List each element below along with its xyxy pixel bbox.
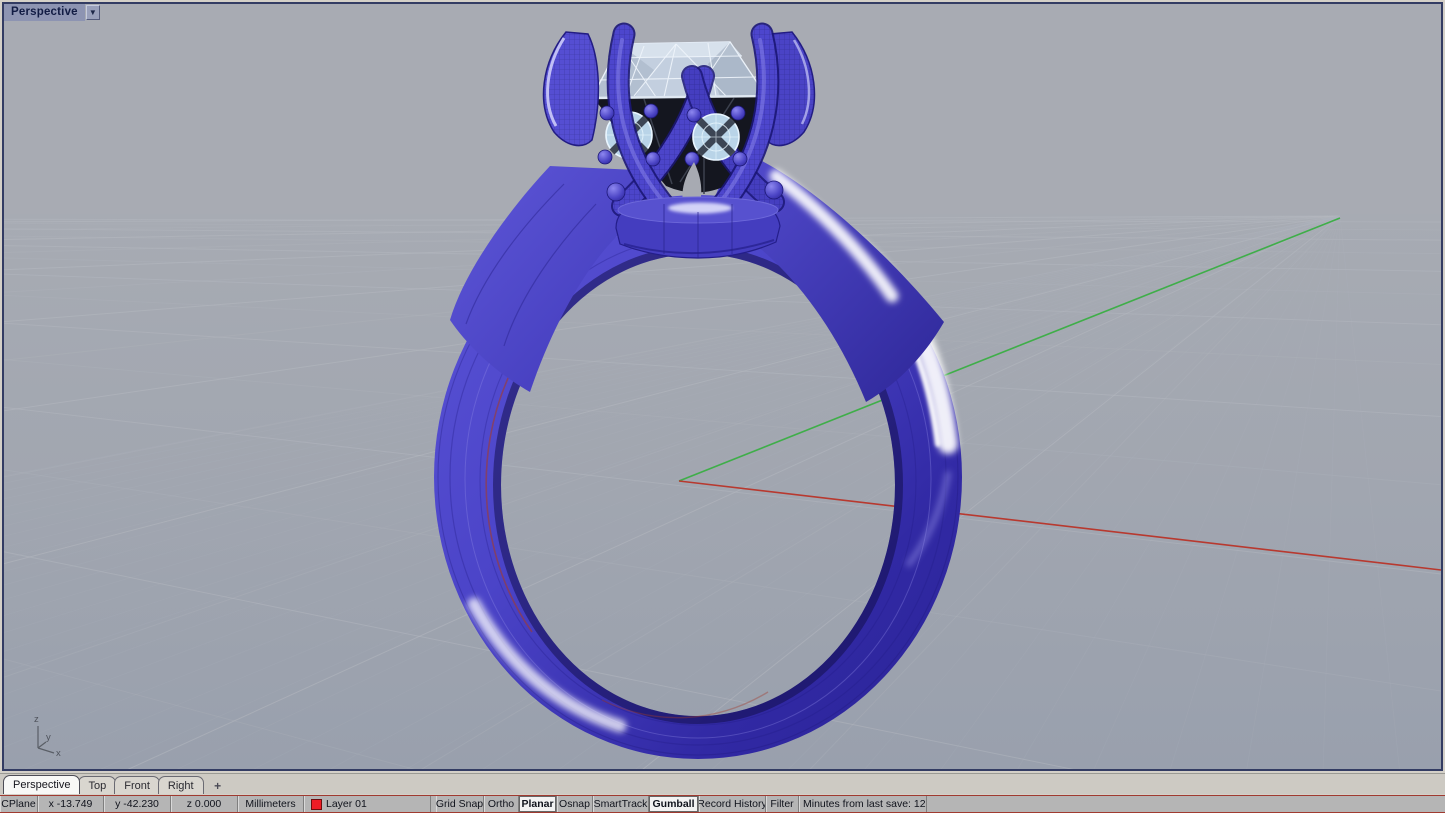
toggle-osnap[interactable]: Osnap	[557, 796, 593, 812]
toggle-planar[interactable]: Planar	[519, 796, 557, 812]
statusbar-z-coordinate: z 0.000	[171, 796, 238, 812]
add-viewport-tab-button[interactable]: +	[210, 778, 226, 794]
gizmo-x-label: x	[56, 748, 61, 759]
statusbar-x-coordinate: x -13.749	[38, 796, 104, 812]
perspective-viewport[interactable]: z y x Perspective ▼	[2, 2, 1443, 771]
toggle-record-history[interactable]: Record History	[699, 796, 766, 812]
viewport-title-label[interactable]: Perspective	[4, 4, 85, 21]
rhino-window: z y x Perspective ▼ Perspective Top Fron…	[0, 0, 1445, 813]
tab-right[interactable]: Right	[158, 776, 204, 794]
layer-name: Layer 01	[326, 798, 367, 810]
toggle-grid-snap[interactable]: Grid Snap	[436, 796, 484, 812]
tab-perspective[interactable]: Perspective	[3, 775, 80, 794]
viewport-dropdown-button[interactable]: ▼	[86, 5, 100, 20]
gizmo-z-label: z	[34, 714, 39, 725]
collet	[616, 197, 780, 258]
toggle-smarttrack[interactable]: SmartTrack	[593, 796, 649, 812]
layer-color-swatch[interactable]	[311, 799, 322, 810]
gizmo-y-label: y	[46, 732, 51, 743]
viewport-tab-bar: Perspective Top Front Right +	[0, 773, 1445, 794]
toggle-filter[interactable]: Filter	[766, 796, 799, 812]
status-bar: CPlane x -13.749 y -42.230 z 0.000 Milli…	[0, 795, 1445, 813]
statusbar-cplane[interactable]: CPlane	[0, 796, 38, 812]
scene-canvas: z y x	[4, 4, 1441, 769]
viewport-title[interactable]: Perspective ▼	[4, 4, 100, 21]
side-gem-right	[693, 114, 739, 160]
chevron-down-icon: ▼	[89, 8, 97, 17]
statusbar-layer[interactable]: Layer 01	[304, 796, 431, 812]
tab-top[interactable]: Top	[78, 776, 116, 794]
statusbar-y-coordinate: y -42.230	[104, 796, 171, 812]
tab-front[interactable]: Front	[114, 776, 160, 794]
toggle-ortho[interactable]: Ortho	[484, 796, 519, 812]
statusbar-units[interactable]: Millimeters	[238, 796, 304, 812]
statusbar-autosave-info: Minutes from last save: 125	[799, 796, 927, 812]
toggle-gumball[interactable]: Gumball	[649, 796, 699, 812]
